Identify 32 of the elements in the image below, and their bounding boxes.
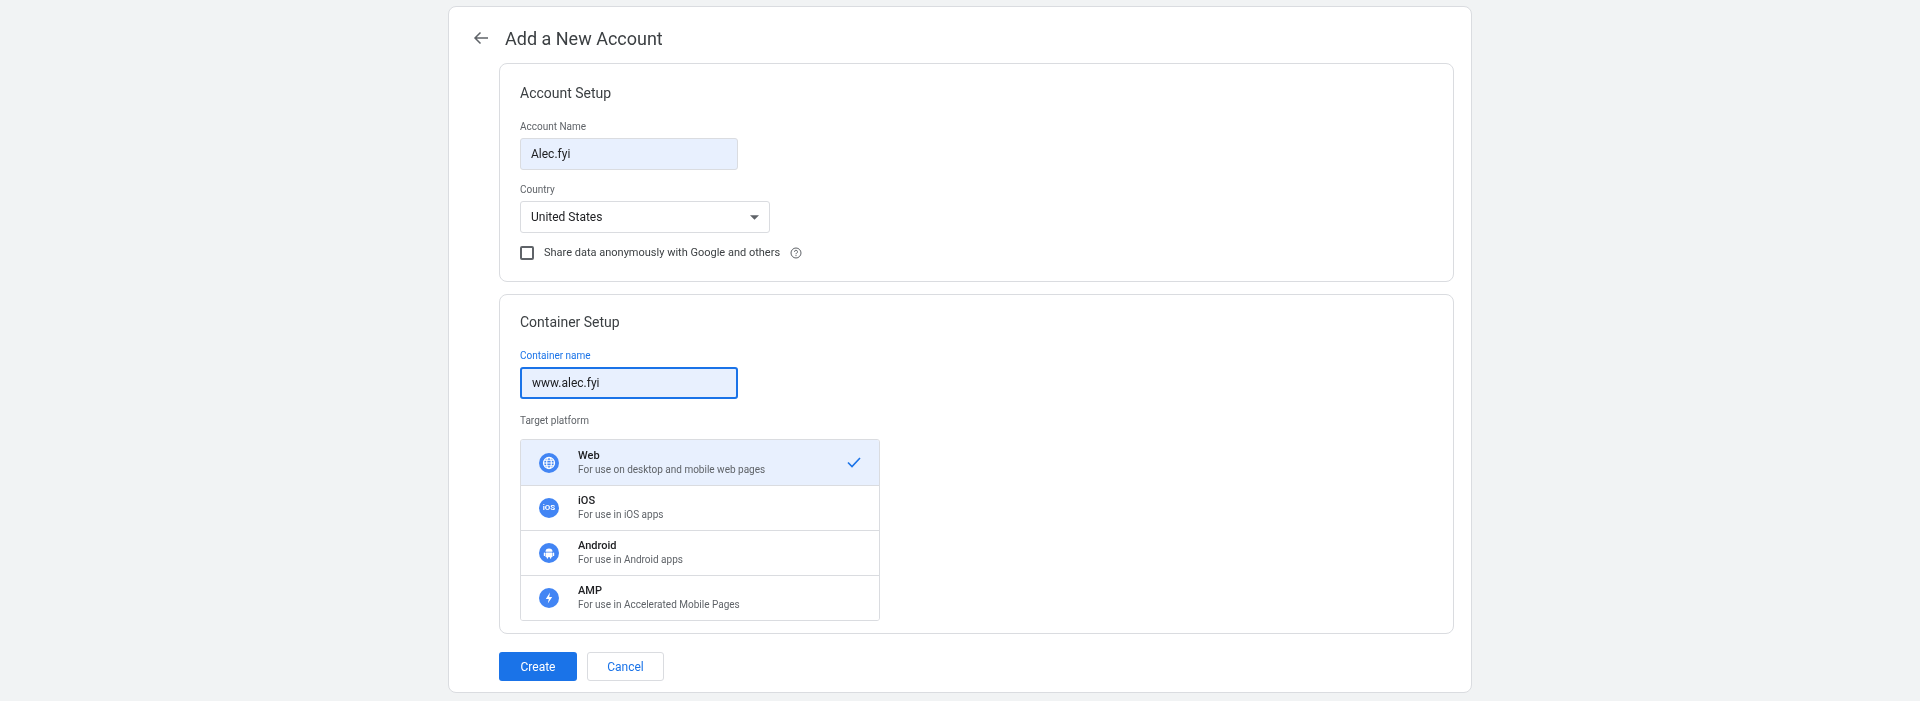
field-label: Target platform — [520, 414, 590, 428]
lightning-icon — [539, 588, 559, 608]
platform-description: For use on desktop and mobile web pages — [578, 462, 767, 477]
field-label: Country — [520, 183, 556, 197]
back-arrow-icon[interactable] — [473, 30, 489, 46]
platform-name: AMP — [578, 584, 603, 598]
platform-description: For use in iOS apps — [578, 508, 665, 522]
platform-name: iOS — [578, 494, 597, 508]
checkmark-icon — [847, 457, 861, 468]
page-title: Add a New Account — [505, 26, 663, 51]
country-dropdown[interactable]: United States — [520, 201, 770, 233]
platform-description: For use in Android apps — [578, 553, 684, 567]
platform-option[interactable]: AMP For use in Accelerated Mobile Pages — [521, 575, 879, 620]
globe-icon — [539, 452, 559, 473]
section-heading: Container Setup — [520, 313, 621, 332]
account-name-field[interactable]: Alec.fyi — [520, 138, 738, 170]
field-label: Container name — [520, 349, 592, 363]
platform-name: Web — [578, 448, 601, 463]
platform-name: Android — [578, 539, 618, 553]
checkbox-label: Share data anonymously with Google and others — [544, 245, 781, 261]
platform-description: For use in Accelerated Mobile Pages — [578, 598, 741, 612]
ios-badge-icon: iOS — [539, 498, 559, 518]
share-data-checkbox[interactable] — [520, 246, 534, 261]
field-label: Account Name — [520, 120, 588, 134]
section-heading: Account Setup — [520, 84, 613, 103]
create-button[interactable]: Create — [499, 652, 577, 681]
platform-option[interactable]: Web For use on desktop and mobile web pages — [521, 440, 879, 485]
robot-icon — [539, 543, 559, 563]
cancel-button[interactable]: Cancel — [587, 652, 664, 681]
help-icon[interactable] — [790, 247, 803, 260]
container-name-field[interactable]: www.alec.fyi — [520, 367, 738, 399]
dropdown-caret-icon — [750, 214, 759, 220]
